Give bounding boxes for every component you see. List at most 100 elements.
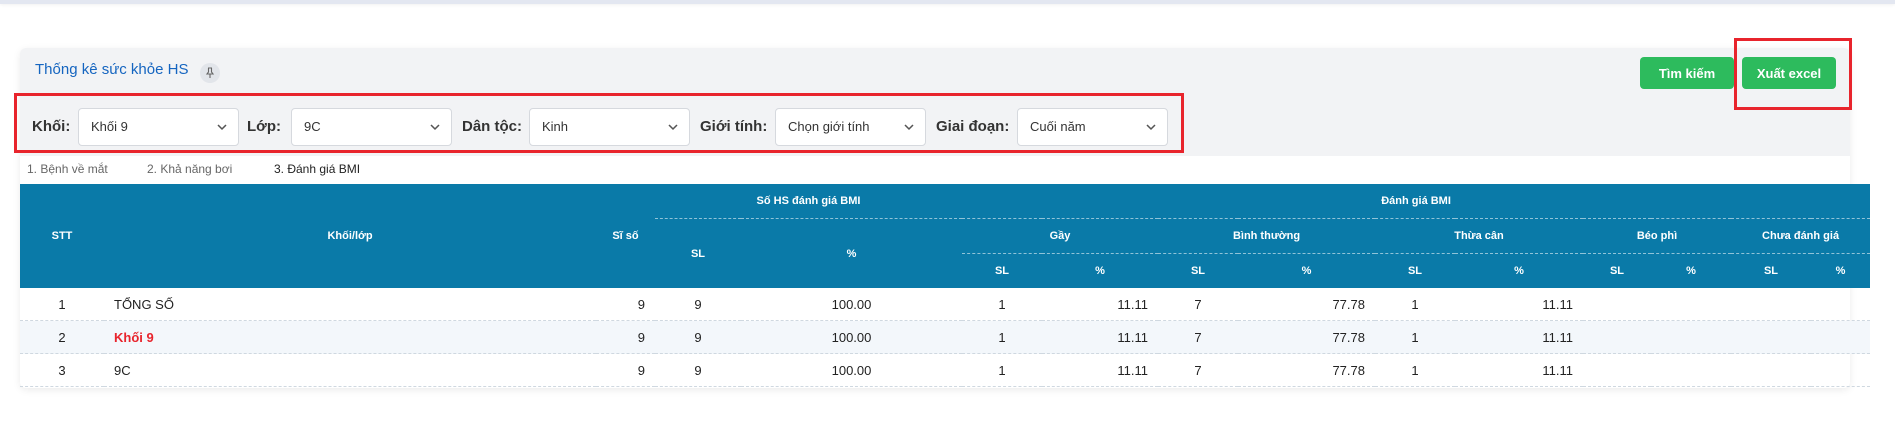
chevron-down-icon [217, 124, 227, 131]
cell-bt-sl: 7 [1158, 353, 1238, 387]
khoi-label: Khối: [32, 118, 71, 135]
cell-gay-pct: 11.11 [1042, 288, 1158, 321]
cell-chua-sl [1731, 320, 1811, 354]
giaidoan-select-value: Cuối năm [1030, 119, 1086, 134]
header-bp-pct: % [1651, 253, 1731, 288]
bmi-table-wrapper: STT Khối/lớp Sĩ số Số HS đánh giá BMI Đá… [20, 184, 1871, 387]
cell-bt-pct: 77.78 [1238, 288, 1375, 321]
cell-bp-sl [1583, 288, 1651, 321]
cell-chua-pct [1811, 320, 1871, 354]
cell-stt: 1 [20, 288, 104, 321]
gioitinh-select[interactable]: Chọn giới tính [775, 108, 926, 146]
cell-gay-pct: 11.11 [1042, 320, 1158, 354]
header-tc-sl: SL [1375, 253, 1455, 288]
lop-select-value: 9C [304, 119, 321, 134]
chevron-down-icon [1146, 124, 1156, 131]
cell-chua-sl [1731, 288, 1811, 321]
lop-select[interactable]: 9C [291, 108, 452, 146]
header-chua-sl: SL [1731, 253, 1811, 288]
cell-name: Khối 9 [104, 320, 596, 354]
cell-name: 9C [104, 353, 596, 387]
cell-siso: 9 [596, 288, 655, 321]
cell-stt: 3 [20, 353, 104, 387]
filter-bar: Khối: Khối 9 Lớp: 9C Dân tộc: Kinh Giới … [20, 98, 1850, 156]
page-title: Thống kê sức khỏe HS [35, 61, 189, 78]
cell-bp-pct [1651, 320, 1731, 354]
header-pct: % [741, 218, 962, 288]
cell-bp-sl [1583, 320, 1651, 354]
header-chua-danh-gia: Chưa đánh giá [1731, 218, 1871, 254]
lop-label: Lớp: [247, 118, 281, 135]
health-stats-card: Thống kê sức khỏe HS Tìm kiếm Xuất excel… [20, 48, 1871, 388]
table-row: 1 TỔNG SỐ 9 9 100.00 1 11.11 7 77.78 1 1… [20, 288, 1871, 321]
cell-tc-sl: 1 [1375, 353, 1455, 387]
giaidoan-label: Giai đoạn: [936, 118, 1010, 135]
chevron-down-icon [904, 124, 914, 131]
cell-bp-pct [1651, 288, 1731, 321]
gioitinh-label: Giới tính: [700, 118, 768, 135]
table-row: 2 Khối 9 9 9 100.00 1 11.11 7 77.78 1 11… [20, 320, 1871, 354]
cell-stt: 2 [20, 320, 104, 354]
cell-sl: 9 [655, 353, 741, 387]
header-binh-thuong: Bình thường [1158, 218, 1375, 254]
cell-gay-sl: 1 [962, 320, 1042, 354]
cell-gay-pct: 11.11 [1042, 353, 1158, 387]
header-gay: Gầy [962, 218, 1158, 254]
cell-pct: 100.00 [741, 320, 962, 354]
header-bt-pct: % [1238, 253, 1375, 288]
header-beo-phi: Béo phì [1583, 218, 1731, 254]
top-bar [0, 0, 1895, 4]
cell-gay-sl: 1 [962, 288, 1042, 321]
header-gay-pct: % [1042, 253, 1158, 288]
table-row: 3 9C 9 9 100.00 1 11.11 7 77.78 1 11.11 [20, 353, 1871, 387]
header-bt-sl: SL [1158, 253, 1238, 288]
cell-tc-pct: 11.11 [1455, 320, 1583, 354]
cell-bt-sl: 7 [1158, 320, 1238, 354]
tab-eye-disease[interactable]: 1. Bệnh về mắt [27, 162, 108, 176]
chevron-down-icon [668, 124, 678, 131]
cell-tc-pct: 11.11 [1455, 353, 1583, 387]
cell-bt-pct: 77.78 [1238, 353, 1375, 387]
dantoc-label: Dân tộc: [462, 118, 522, 135]
header-tc-pct: % [1455, 253, 1583, 288]
cell-bp-sl [1583, 353, 1651, 387]
cell-tc-sl: 1 [1375, 320, 1455, 354]
giaidoan-select[interactable]: Cuối năm [1017, 108, 1168, 146]
cell-name: TỔNG SỐ [104, 288, 596, 321]
header-thua-can: Thừa cân [1375, 218, 1583, 254]
pin-icon[interactable] [200, 63, 220, 83]
card-header: Thống kê sức khỏe HS Tìm kiếm Xuất excel [20, 48, 1850, 98]
cell-tc-pct: 11.11 [1455, 288, 1583, 321]
khoi-select[interactable]: Khối 9 [78, 108, 239, 146]
cell-bt-pct: 77.78 [1238, 320, 1375, 354]
header-chua-pct: % [1811, 253, 1871, 288]
header-khoi-lop: Khối/lớp [104, 184, 596, 288]
bmi-table: STT Khối/lớp Sĩ số Số HS đánh giá BMI Đá… [20, 184, 1871, 387]
cell-chua-sl [1731, 353, 1811, 387]
cell-chua-pct [1811, 288, 1871, 321]
tab-swimming[interactable]: 2. Khả năng bơi [147, 162, 232, 176]
header-stt: STT [20, 184, 104, 288]
cell-sl: 9 [655, 320, 741, 354]
tab-bmi[interactable]: 3. Đánh giá BMI [274, 162, 360, 176]
cell-gay-sl: 1 [962, 353, 1042, 387]
cell-pct: 100.00 [741, 288, 962, 321]
export-excel-button[interactable]: Xuất excel [1742, 57, 1836, 89]
chevron-down-icon [430, 124, 440, 131]
header-si-so: Sĩ số [596, 184, 655, 288]
header-so-hs-bmi: Số HS đánh giá BMI [655, 184, 962, 219]
cell-tc-sl: 1 [1375, 288, 1455, 321]
cell-bp-pct [1651, 353, 1731, 387]
search-button[interactable]: Tìm kiếm [1640, 57, 1734, 89]
cell-bt-sl: 7 [1158, 288, 1238, 321]
dantoc-select[interactable]: Kinh [529, 108, 690, 146]
header-danh-gia-bmi: Đánh giá BMI [962, 184, 1871, 219]
cell-sl: 9 [655, 288, 741, 321]
header-bp-sl: SL [1583, 253, 1651, 288]
cell-pct: 100.00 [741, 353, 962, 387]
gioitinh-select-value: Chọn giới tính [788, 119, 870, 134]
header-sl: SL [655, 218, 741, 288]
dantoc-select-value: Kinh [542, 119, 569, 134]
cell-siso: 9 [596, 320, 655, 354]
khoi-select-value: Khối 9 [91, 119, 128, 134]
